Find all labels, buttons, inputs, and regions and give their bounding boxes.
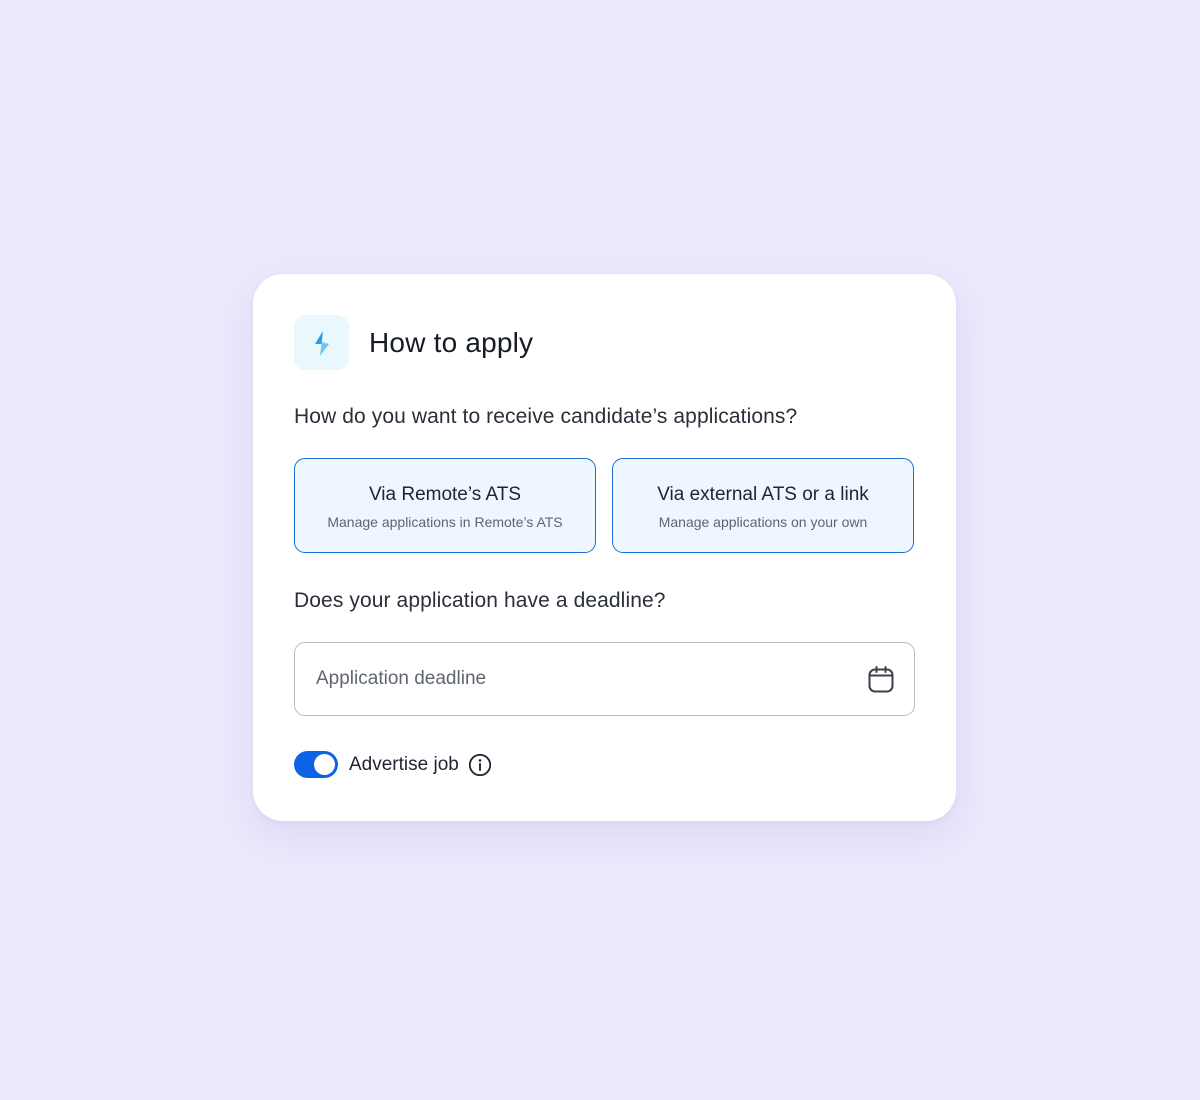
deadline-question: Does your application have a deadline?: [294, 589, 666, 612]
application-deadline-input[interactable]: Application deadline: [294, 642, 915, 716]
how-to-apply-card: How to apply How do you want to receive …: [253, 274, 956, 821]
info-icon[interactable]: [468, 753, 492, 777]
option-title: Via Remote’s ATS: [368, 484, 522, 505]
card-header: How to apply: [294, 315, 533, 370]
deadline-placeholder: Application deadline: [316, 668, 487, 689]
option-remote-ats[interactable]: Via Remote’s ATS Manage applications in …: [294, 458, 596, 553]
advertise-job-toggle[interactable]: [294, 751, 338, 778]
lightning-bolt-icon: [294, 315, 349, 370]
option-subtitle: Manage applications on your own: [658, 514, 868, 530]
option-subtitle: Manage applications in Remote’s ATS: [327, 514, 563, 530]
advertise-job-label: Advertise job: [349, 753, 459, 775]
calendar-icon[interactable]: [868, 665, 894, 693]
option-title: Via external ATS or a link: [657, 484, 869, 505]
card-title: How to apply: [369, 326, 534, 358]
toggle-knob: [314, 754, 335, 775]
option-external-ats[interactable]: Via external ATS or a link Manage applic…: [612, 458, 914, 553]
receive-applications-question: How do you want to receive candidate’s a…: [294, 405, 798, 428]
advertise-job-row: Advertise job: [294, 751, 492, 778]
